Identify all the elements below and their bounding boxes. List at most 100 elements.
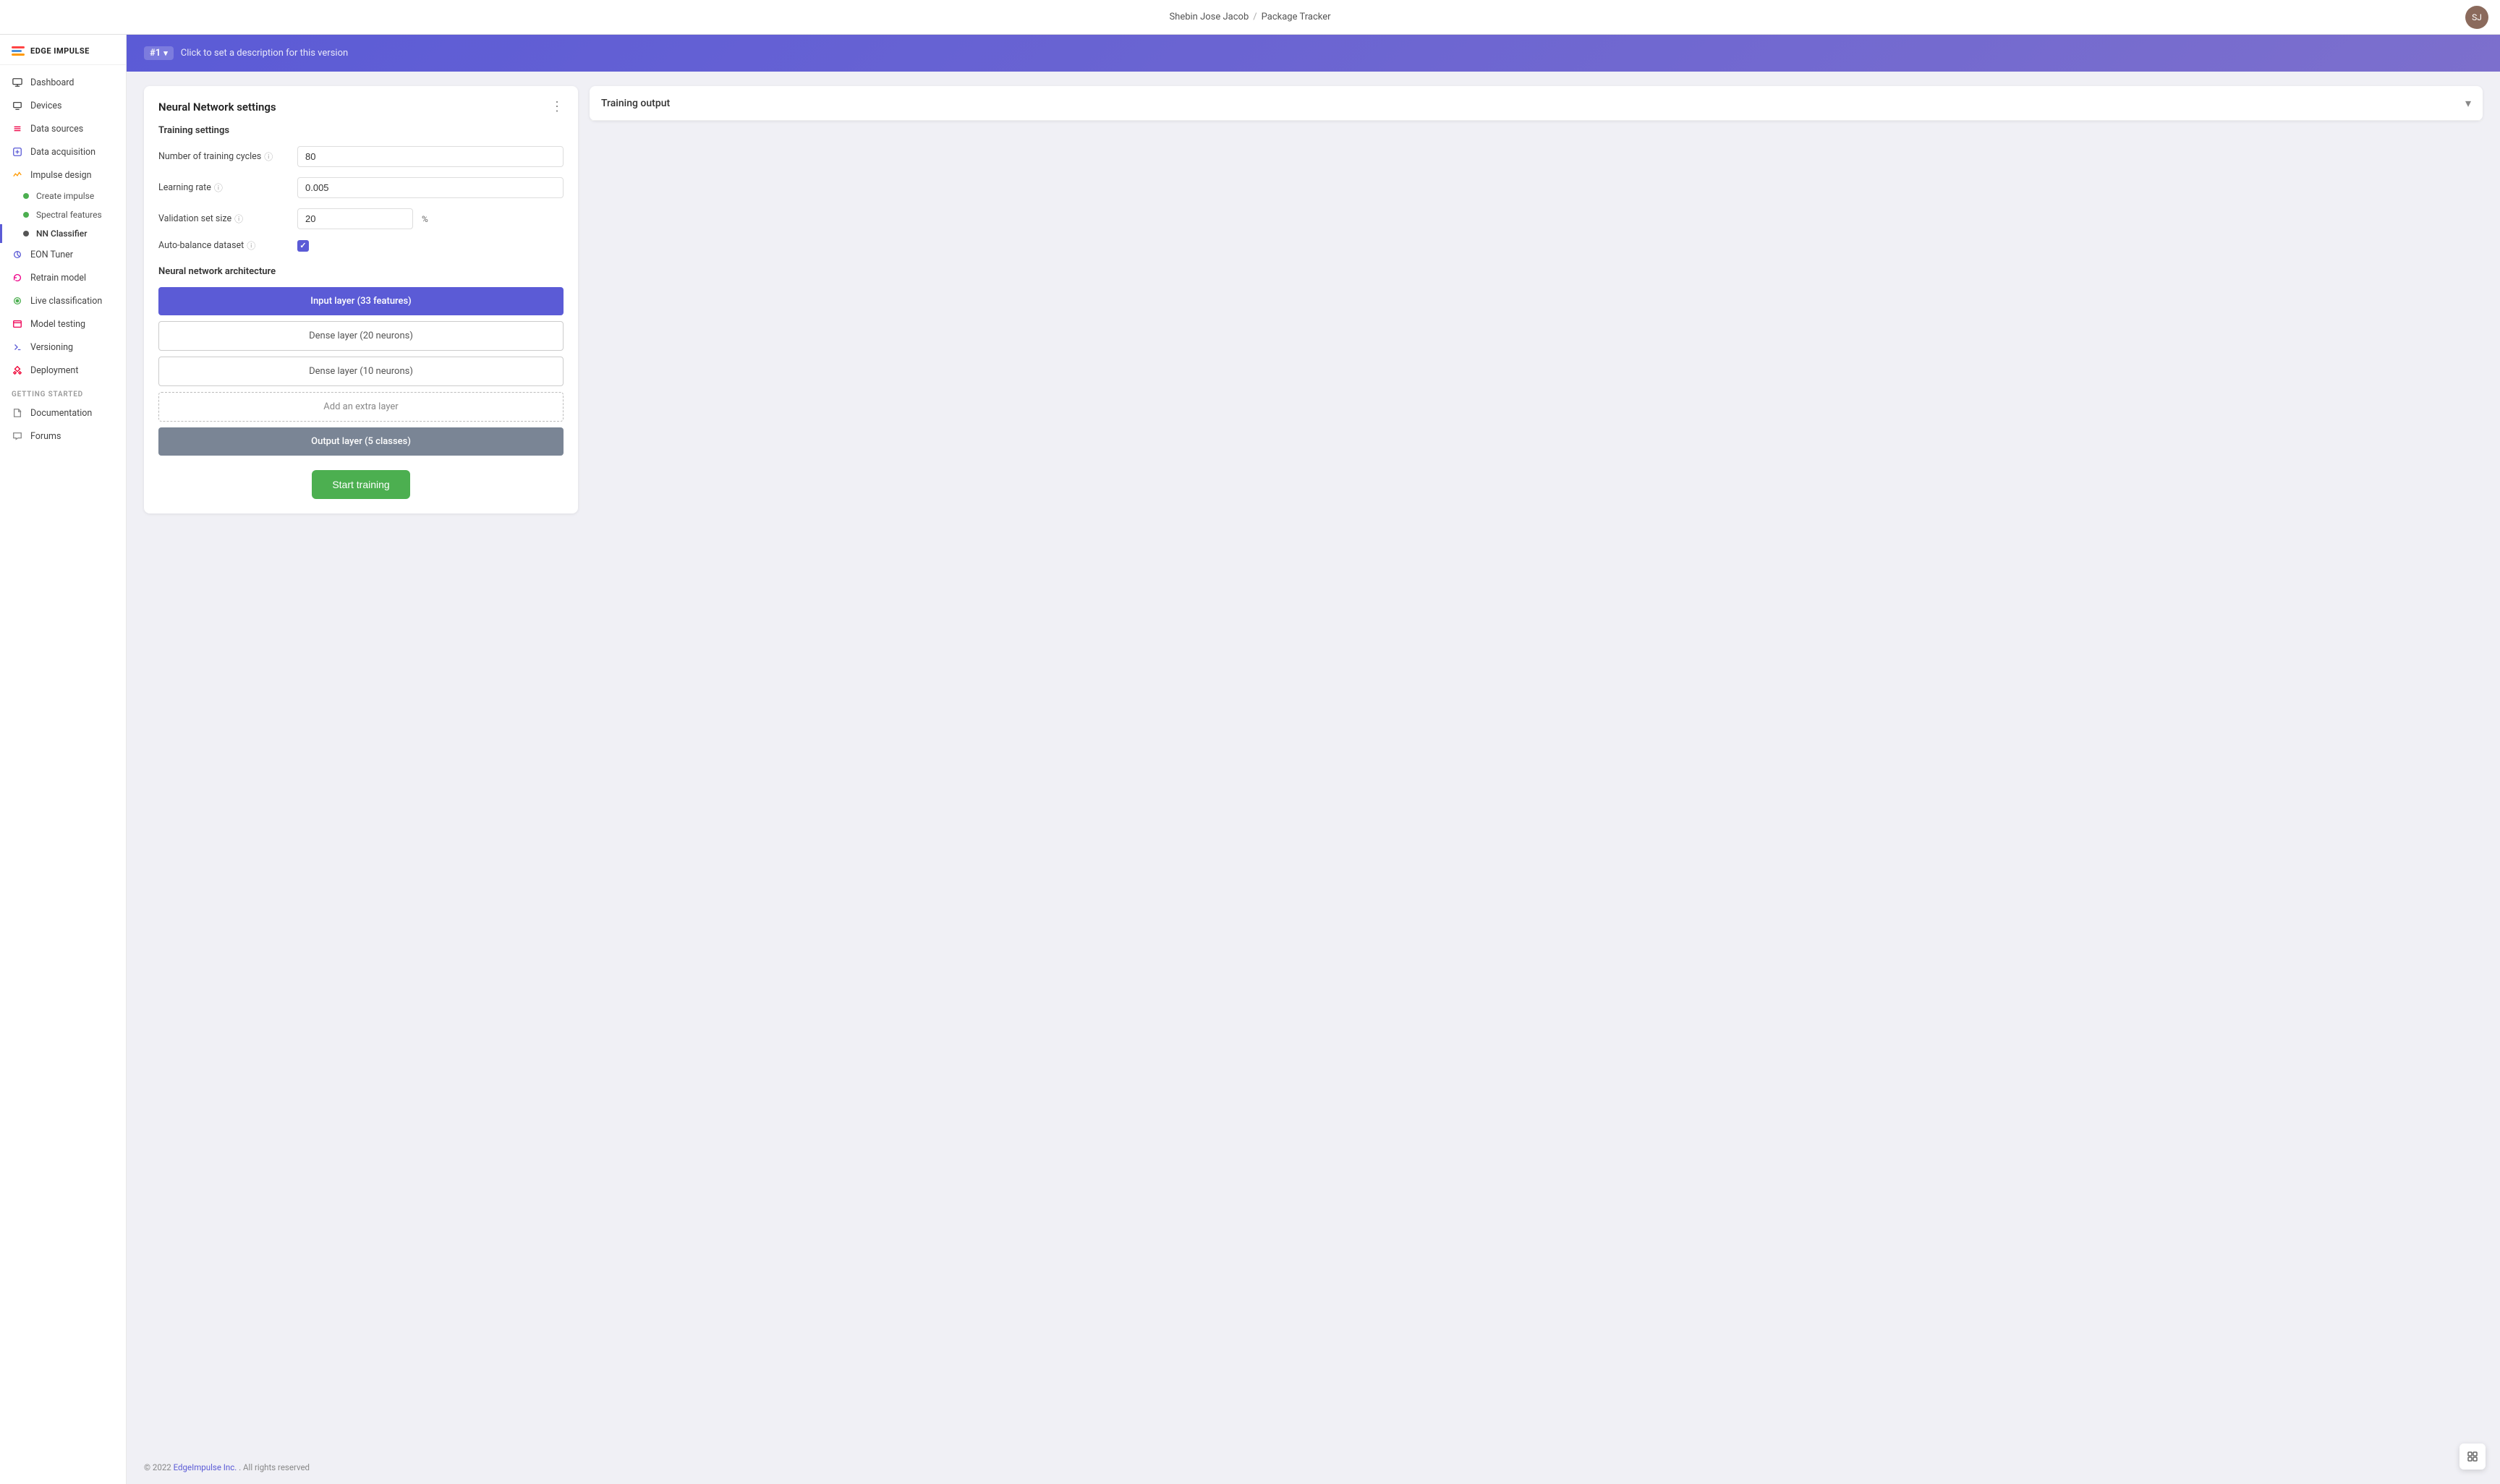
layer-block-add[interactable]: Add an extra layer [158, 392, 564, 422]
help-icon-lr[interactable]: ⓘ [214, 182, 223, 194]
training-settings-label: Training settings [158, 125, 564, 136]
sidebar-item-forums[interactable]: Forums [0, 425, 126, 448]
nn-classifier-dot [23, 231, 29, 236]
training-output-header: Training output ▾ [590, 86, 2483, 121]
sidebar-item-retrain[interactable]: Retrain model [0, 266, 126, 289]
sidebar-item-label-devices: Devices [30, 101, 61, 111]
sidebar-item-label-deployment: Deployment [30, 365, 78, 376]
sidebar-item-eon-tuner[interactable]: EON Tuner [0, 243, 126, 266]
topbar-separator: / [1253, 12, 1257, 22]
sidebar-item-label-retrain: Retrain model [30, 273, 86, 283]
form-row-auto-balance: Auto-balance dataset ⓘ [158, 239, 564, 252]
topbar: Shebin Jose Jacob / Package Tracker SJ [0, 0, 2500, 35]
sidebar-logo-text: EDGE IMPULSE [30, 46, 90, 56]
versioning-icon [12, 341, 23, 353]
version-banner: #1 ▾ Click to set a description for this… [127, 35, 2500, 72]
sidebar-item-documentation[interactable]: Documentation [0, 401, 126, 425]
input-validation[interactable] [297, 208, 413, 229]
getting-started-label: GETTING STARTED [0, 382, 126, 401]
avatar: SJ [2465, 6, 2488, 29]
help-icon-validation[interactable]: ⓘ [234, 213, 243, 225]
sidebar-item-dashboard[interactable]: Dashboard [0, 71, 126, 94]
sidebar-item-label-versioning: Versioning [30, 342, 73, 353]
sidebar-subitem-label-nn: NN Classifier [36, 229, 87, 239]
sidebar-subitem-label-spectral: Spectral features [36, 210, 102, 220]
help-icon-cycles[interactable]: ⓘ [264, 150, 273, 163]
layer-block-dense-1[interactable]: Dense layer (20 neurons) [158, 321, 564, 351]
input-learning-rate[interactable] [297, 177, 564, 198]
eon-tuner-icon [12, 249, 23, 260]
data-sources-icon [12, 123, 23, 135]
input-training-cycles[interactable] [297, 146, 564, 167]
sidebar-item-data-acquisition[interactable]: Data acquisition [0, 140, 126, 163]
monitor-icon [12, 77, 23, 88]
footer: © 2022 EdgeImpulse Inc. . All rights res… [127, 1451, 2500, 1484]
left-panel: Neural Network settings ⋮ Training setti… [144, 86, 578, 1436]
training-output-dropdown[interactable]: ▾ [2465, 96, 2471, 110]
start-training-button[interactable]: Start training [312, 470, 409, 499]
sidebar-item-versioning[interactable]: Versioning [0, 336, 126, 359]
sidebar-item-label-impulse: Impulse design [30, 170, 92, 181]
main-content: #1 ▾ Click to set a description for this… [127, 35, 2500, 1484]
devices-icon [12, 100, 23, 111]
help-icon-autobalance[interactable]: ⓘ [247, 239, 255, 252]
sidebar-item-label-documentation: Documentation [30, 408, 92, 419]
checkbox-auto-balance[interactable] [297, 240, 309, 252]
settings-fab[interactable] [2459, 1444, 2486, 1470]
data-acquisition-icon [12, 146, 23, 158]
form-row-training-cycles: Number of training cycles ⓘ [158, 146, 564, 167]
version-badge[interactable]: #1 ▾ [144, 46, 174, 60]
neural-network-card: Neural Network settings ⋮ Training setti… [144, 86, 578, 513]
sidebar-subitem-label-create-impulse: Create impulse [36, 191, 94, 201]
sidebar-item-label-live: Live classification [30, 296, 102, 307]
label-learning-rate: Learning rate ⓘ [158, 182, 289, 194]
arch-section: Neural network architecture Input layer … [158, 266, 564, 456]
sidebar-item-label-data-acq: Data acquisition [30, 147, 95, 158]
footer-company-link[interactable]: EdgeImpulse Inc. [174, 1462, 237, 1472]
dense-layer-2[interactable]: Dense layer (10 neurons) [158, 357, 564, 386]
layout: EDGE IMPULSE Dashboard Devices [0, 35, 2500, 1484]
sidebar-subitem-nn-classifier[interactable]: NN Classifier [0, 224, 126, 243]
sidebar-subitem-create-impulse[interactable]: Create impulse [0, 187, 126, 205]
version-description[interactable]: Click to set a description for this vers… [181, 48, 348, 59]
form-row-learning-rate: Learning rate ⓘ [158, 177, 564, 198]
spectral-features-dot [23, 212, 29, 218]
sidebar-subitem-spectral-features[interactable]: Spectral features [0, 205, 126, 224]
arch-title: Neural network architecture [158, 266, 564, 277]
output-layer: Output layer (5 classes) [158, 427, 564, 456]
topbar-center: Shebin Jose Jacob / Package Tracker [1169, 12, 1330, 22]
layer-block-dense-2[interactable]: Dense layer (10 neurons) [158, 357, 564, 386]
logo-line-orange [12, 54, 25, 56]
logo-line-blue [12, 50, 22, 52]
label-validation: Validation set size ⓘ [158, 213, 289, 225]
card-header: Neural Network settings ⋮ [158, 101, 564, 114]
forums-icon [12, 430, 23, 442]
sidebar-item-devices[interactable]: Devices [0, 94, 126, 117]
model-testing-icon [12, 318, 23, 330]
version-dropdown-icon[interactable]: ▾ [163, 48, 168, 58]
sidebar-logo: EDGE IMPULSE [0, 35, 126, 65]
sidebar-nav: Dashboard Devices Data sources [0, 65, 126, 1484]
version-number: #1 [150, 48, 161, 59]
label-training-cycles: Number of training cycles ⓘ [158, 150, 289, 163]
topbar-project: Package Tracker [1262, 12, 1331, 22]
sidebar-item-deployment[interactable]: Deployment [0, 359, 126, 382]
documentation-icon [12, 407, 23, 419]
validation-suffix: % [422, 214, 428, 224]
sidebar-item-impulse-design[interactable]: Impulse design [0, 163, 126, 187]
add-extra-layer[interactable]: Add an extra layer [158, 392, 564, 422]
sidebar-item-label-dashboard: Dashboard [30, 77, 74, 88]
sidebar-item-data-sources[interactable]: Data sources [0, 117, 126, 140]
sidebar-item-label-model-testing: Model testing [30, 319, 85, 330]
card-menu-icon[interactable]: ⋮ [550, 101, 564, 114]
footer-copyright: © 2022 [144, 1462, 171, 1472]
input-layer: Input layer (33 features) [158, 287, 564, 315]
deployment-icon [12, 364, 23, 376]
training-output-title: Training output [601, 98, 670, 109]
layer-block-input: Input layer (33 features) [158, 287, 564, 315]
label-auto-balance: Auto-balance dataset ⓘ [158, 239, 289, 252]
sidebar-item-model-testing[interactable]: Model testing [0, 312, 126, 336]
live-classification-icon [12, 295, 23, 307]
dense-layer-1[interactable]: Dense layer (20 neurons) [158, 321, 564, 351]
sidebar-item-live-classification[interactable]: Live classification [0, 289, 126, 312]
